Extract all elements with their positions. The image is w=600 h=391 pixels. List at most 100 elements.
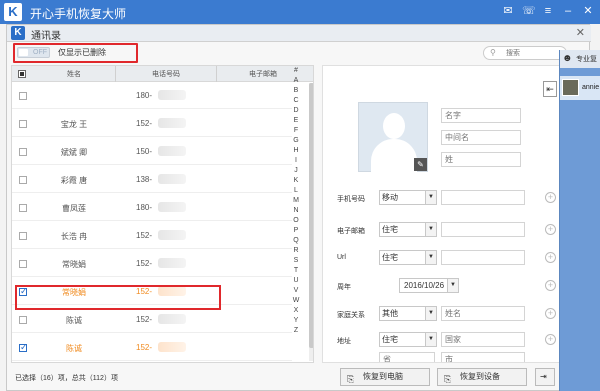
contact-avatar[interactable]: ✎ [358,102,428,173]
address-type-select[interactable]: 住宅 ▼ [379,332,437,347]
table-row[interactable]: 彩霞 唐 138- [12,167,292,193]
alphabet-letter[interactable]: L [290,186,302,196]
alphabet-letter[interactable]: I [290,156,302,166]
first-name-field[interactable] [441,108,521,123]
avatar-body [371,139,417,173]
email-label: 电子邮箱 [337,228,365,235]
deleted-only-toggle[interactable]: OFF [17,47,50,58]
add-date-icon[interactable]: + [545,280,556,291]
alphabet-letter[interactable]: R [290,246,302,256]
table-row[interactable]: 180- [12,83,292,109]
email-type-select[interactable]: 住宅 ▼ [379,222,437,237]
row-checkbox[interactable] [19,148,27,156]
deleted-row-highlight [15,285,221,310]
alphabet-letter[interactable]: V [290,286,302,296]
side-panel-title: 专业复 [576,56,597,63]
last-name-field[interactable] [441,152,521,167]
export-button[interactable]: ⇥ [535,368,555,386]
table-row[interactable]: 常晓娟 152- [12,251,292,277]
alphabet-letter[interactable]: U [290,276,302,286]
middle-name-field[interactable] [441,130,521,145]
toggle-knob [19,49,28,56]
add-relation-icon[interactable]: + [545,308,556,319]
minimize-icon[interactable]: – [562,5,574,17]
dialog-close-icon[interactable]: ✕ [576,26,585,39]
row-checkbox[interactable] [19,204,27,212]
table-row[interactable]: 陈诚 152- [12,335,292,361]
side-user-item[interactable]: annie [560,76,600,100]
table-row[interactable]: 长浩 冉 152- [12,223,292,249]
add-email-icon[interactable]: + [545,224,556,235]
phone-field[interactable] [441,190,525,205]
chevron-down-icon: ▼ [425,251,436,264]
alphabet-letter[interactable]: Z [290,326,302,336]
side-toggle-icon[interactable]: ⇤ [543,81,557,97]
table-row[interactable]: 陈诚 152- [12,307,292,333]
alphabet-letter[interactable]: D [290,106,302,116]
selection-status: 已选择（16）项，总共（112）项 [15,375,118,382]
row-checkbox[interactable] [19,260,27,268]
edit-avatar-icon[interactable]: ✎ [414,158,427,171]
alphabet-letter[interactable]: E [290,116,302,126]
alphabet-letter[interactable]: W [290,296,302,306]
row-checkbox[interactable] [19,92,27,100]
scrollbar-thumb[interactable] [309,83,313,348]
filter-row: OFF 仅显示已删除 ⚲ [7,42,591,64]
alphabet-letter[interactable]: B [290,86,302,96]
search-box[interactable]: ⚲ [483,46,567,60]
alphabet-letter[interactable]: F [290,126,302,136]
table-scrollbar[interactable] [309,83,313,361]
wechat-icon[interactable]: ✉ [502,5,514,17]
table-row[interactable]: 宝龙 王 152- [12,111,292,137]
alphabet-letter[interactable]: X [290,306,302,316]
add-address-icon[interactable]: + [545,334,556,345]
row-checkbox[interactable] [19,176,27,184]
url-field[interactable] [441,250,525,265]
menu-icon[interactable]: ≡ [542,5,554,17]
alphabet-letter[interactable]: T [290,266,302,276]
restore-to-pc-button[interactable]: ⎘ 恢复到电脑 [340,368,430,386]
relation-name-field[interactable] [441,306,525,321]
select-all-checkbox[interactable] [18,70,26,78]
alphabet-letter[interactable]: J [290,166,302,176]
header-name[interactable]: 姓名 [34,69,114,79]
table-row[interactable]: 斌斌 卿 150- [12,139,292,165]
alphabet-letter[interactable]: C [290,96,302,106]
header-phone[interactable]: 电话号码 [116,69,216,79]
country-field[interactable] [441,332,525,347]
message-icon[interactable]: ☏ [522,5,536,17]
alphabet-letter[interactable]: G [290,136,302,146]
anniversary-date-picker[interactable]: 2016/10/26 ▼ [399,278,459,293]
alphabet-letter[interactable]: O [290,216,302,226]
row-checkbox[interactable] [19,120,27,128]
phone-redacted [158,202,186,212]
province-field[interactable] [379,352,435,362]
add-phone-icon[interactable]: + [545,192,556,203]
relation-type-select[interactable]: 其他 ▼ [379,306,437,321]
phone-type-select[interactable]: 移动 ▼ [379,190,437,205]
alphabet-letter[interactable]: S [290,256,302,266]
city-field[interactable] [441,352,525,362]
close-icon[interactable]: ✕ [582,5,594,17]
row-checkbox[interactable] [19,342,28,353]
alphabet-letter[interactable]: # [290,66,302,76]
add-url-icon[interactable]: + [545,252,556,263]
alphabet-letter[interactable]: P [290,226,302,236]
alphabet-letter[interactable]: M [290,196,302,206]
alphabet-letter[interactable]: Q [290,236,302,246]
contact-name: 斌斌 卿 [60,148,88,157]
alphabet-letter[interactable]: Y [290,316,302,326]
table-row[interactable]: 曹凤莲 180- [12,195,292,221]
search-input[interactable] [506,48,562,58]
alphabet-letter[interactable]: K [290,176,302,186]
alphabet-letter[interactable]: N [290,206,302,216]
alphabet-letter[interactable]: A [290,76,302,86]
restore-to-device-button[interactable]: ⎘ 恢复到设备 [437,368,527,386]
email-field[interactable] [441,222,525,237]
device-icon: ⎘ [444,374,452,384]
url-type-select[interactable]: 住宅 ▼ [379,250,437,265]
side-user-name: annie [582,84,600,91]
row-checkbox[interactable] [19,232,27,240]
alphabet-letter[interactable]: H [290,146,302,156]
row-checkbox[interactable] [19,316,27,324]
